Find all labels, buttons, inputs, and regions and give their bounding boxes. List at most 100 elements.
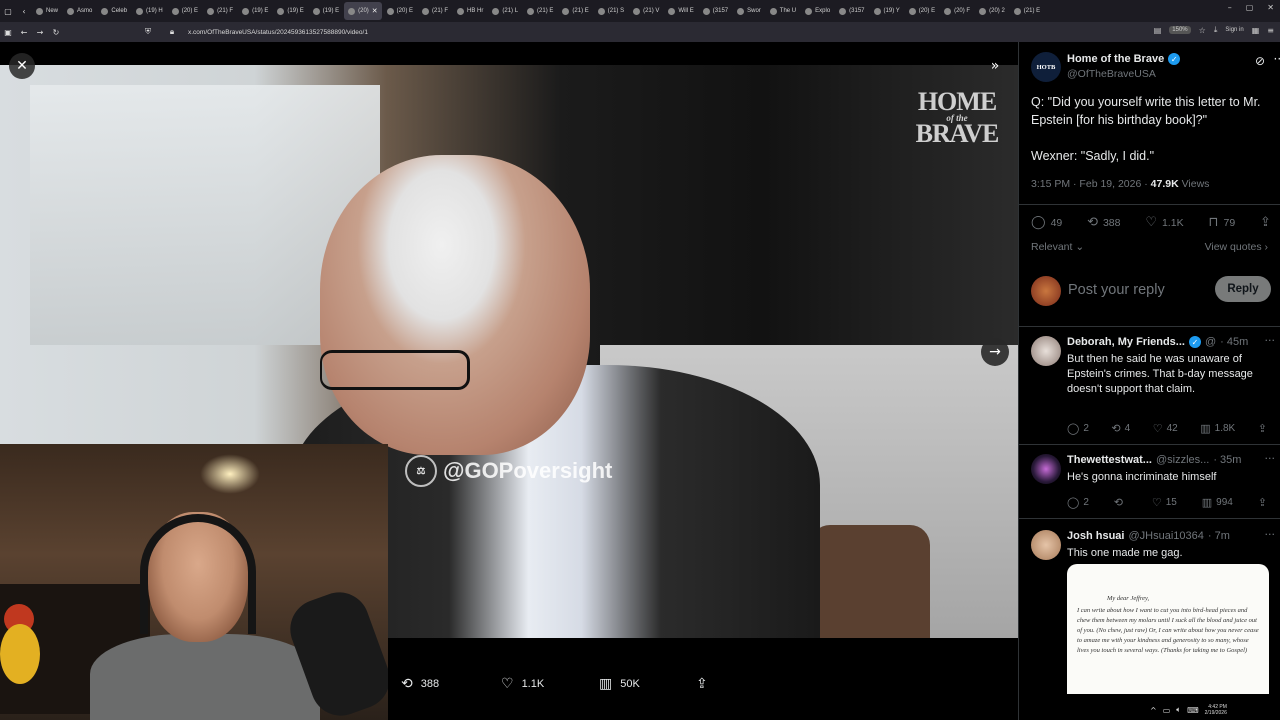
browser-tab[interactable]: (21) L [488,2,522,20]
browser-tab[interactable]: Will E [664,2,697,20]
browser-tab[interactable]: (19) H [132,2,167,20]
views-action[interactable]: ▥ 1.8K [1200,422,1235,435]
more-options-icon[interactable]: ··· [1265,334,1276,347]
back-icon[interactable]: ← [16,28,32,37]
tweet-timestamp[interactable]: 3:15 PM · Feb 19, 2026 · [1031,178,1148,190]
reply-timestamp[interactable]: · 45m [1220,336,1248,348]
reply-action[interactable]: ◯ 2 [1067,422,1089,435]
reply-image-letter[interactable]: My dear Jeffrey, I can write about how I… [1067,564,1269,694]
browser-tab[interactable]: (20) E [168,2,202,20]
browser-tab[interactable]: (19) E [309,2,343,20]
expand-sidebar-button[interactable]: » [982,53,1008,79]
zoom-level[interactable]: 150% [1169,26,1191,34]
volume-icon[interactable]: 🔈︎ [1176,705,1181,715]
browser-tab[interactable]: (3157 [699,2,732,20]
reply-avatar[interactable] [1031,336,1061,366]
sort-dropdown[interactable]: Relevant ⌄ [1031,241,1084,253]
browser-tab[interactable]: The U [766,2,800,20]
browser-tab[interactable]: (19) Y [870,2,904,20]
like-action[interactable]: ♡ 42 [1153,422,1178,435]
system-clock[interactable]: 4:42 PM 2/19/2026 [1205,704,1227,716]
browser-tab[interactable]: (3157 [835,2,868,20]
media-like-button[interactable]: ♡ 1.1K [501,676,544,692]
browser-tab[interactable]: (21) F [203,2,237,20]
author-name[interactable]: Home of the Brave [1067,53,1164,65]
reply-button[interactable]: Reply [1215,276,1271,302]
bookmark-action[interactable]: ⊓ 79 [1208,215,1235,230]
reply-avatar[interactable] [1031,454,1061,484]
sign-in-button[interactable]: Sign in [1225,27,1243,33]
share-action[interactable]: ⇪ [1258,422,1267,435]
repost-action[interactable]: ⟲ 388 [1087,215,1120,230]
browser-tab[interactable]: New [32,2,62,20]
browser-tab[interactable]: Explo [801,2,834,20]
more-options-icon[interactable]: ··· [1274,52,1280,66]
browser-tab[interactable]: (21) E [558,2,592,20]
reply-timestamp[interactable]: · 7m [1208,530,1230,542]
reply-action[interactable]: ◯ 49 [1031,215,1062,230]
reply-timestamp[interactable]: · 35m [1213,454,1241,466]
grok-icon[interactable]: ⊘ [1255,54,1265,68]
reply-item[interactable]: Thewettestwat... @sizzles... · 35m ··· H… [1031,452,1276,514]
browser-tab[interactable]: (20) E [905,2,939,20]
address-bar[interactable]: ⛨ 🔒︎ x.com/OfTheBraveUSA/status/20245936… [140,25,1090,39]
next-media-button[interactable]: → [981,338,1009,366]
reply-item[interactable]: Deborah, My Friends... ✓ @ · 45m ··· But… [1031,334,1276,446]
reply-author-name[interactable]: Thewettestwat... [1067,454,1152,466]
chevron-up-icon[interactable]: ^ [1150,706,1157,715]
tab-close-icon[interactable]: ✕ [372,7,378,15]
media-views-button[interactable]: ▥ 50K [599,676,640,692]
forward-icon[interactable]: → [32,28,48,37]
reply-author-name[interactable]: Deborah, My Friends... [1067,336,1185,348]
browser-tab[interactable]: (21) F [418,2,452,20]
network-icon[interactable]: ▭ [1163,706,1171,715]
more-options-icon[interactable]: ··· [1265,528,1276,541]
sidebar-icon[interactable]: ▣ [0,28,16,37]
tab-list-back-icon[interactable]: ‹ [16,7,32,16]
minimize-icon[interactable]: – [1228,3,1232,12]
browser-tab[interactable]: (19) E [238,2,272,20]
share-action[interactable]: ⇪ [1258,496,1267,509]
reply-action[interactable]: ◯ 2 [1067,496,1089,509]
reader-icon[interactable]: ▤ [1154,26,1162,35]
reply-author-handle[interactable]: @ [1205,336,1216,348]
close-viewer-button[interactable]: ✕ [9,53,35,79]
keyboard-icon[interactable]: ⌨ [1187,706,1199,715]
browser-tab[interactable]: (21) E [1010,2,1044,20]
browser-tab[interactable]: HB Hr [453,2,487,20]
bookmark-star-icon[interactable]: ☆ [1199,26,1206,35]
browser-tab[interactable]: (20) E [383,2,417,20]
media-repost-button[interactable]: ⟲ 388 [401,676,439,692]
maximize-icon[interactable]: ▢ [1246,3,1254,12]
window-close-icon[interactable]: ✕ [1267,3,1274,12]
reply-author-handle[interactable]: @JHsuai10364 [1128,530,1203,542]
repost-action[interactable]: ⟲ [1114,496,1127,509]
browser-tab[interactable]: Celeb [97,2,131,20]
author-name-line[interactable]: Home of the Brave ✓ [1067,53,1181,65]
author-avatar[interactable]: HOTB [1031,52,1061,82]
menu-icon[interactable]: ≡ [1267,26,1274,35]
repost-action[interactable]: ⟲ 4 [1111,422,1130,435]
browser-tab[interactable]: Swor [733,2,765,20]
browser-tab[interactable]: (21) E [523,2,557,20]
reply-avatar[interactable] [1031,530,1061,560]
sidebar-toggle-icon[interactable]: ▢ [0,7,16,16]
extensions-icon[interactable]: ▦ [1252,26,1260,35]
browser-tab[interactable]: (21) V [629,2,663,20]
reload-icon[interactable]: ↻ [48,28,64,37]
like-action[interactable]: ♡ 15 [1152,496,1177,509]
reply-author-name[interactable]: Josh hsuai [1067,530,1124,542]
view-quotes-link[interactable]: View quotes › [1205,241,1268,253]
browser-tab[interactable]: (21) S [594,2,628,20]
browser-tab[interactable]: (20) ✕ [344,2,382,20]
like-action[interactable]: ♡ 1.1K [1145,215,1183,230]
reply-input[interactable]: Post your reply [1068,282,1165,298]
more-options-icon[interactable]: ··· [1265,452,1276,465]
browser-tab[interactable]: Asmo [63,2,96,20]
reply-author-handle[interactable]: @sizzles... [1156,454,1209,466]
reply-item[interactable]: Josh hsuai @JHsuai10364 · 7m ··· This on… [1031,528,1276,720]
views-action[interactable]: ▥ 994 [1202,496,1233,509]
browser-tab[interactable]: (19) E [273,2,307,20]
browser-tab[interactable]: (20) F [940,2,974,20]
media-share-button[interactable]: ⇪ [696,676,708,692]
